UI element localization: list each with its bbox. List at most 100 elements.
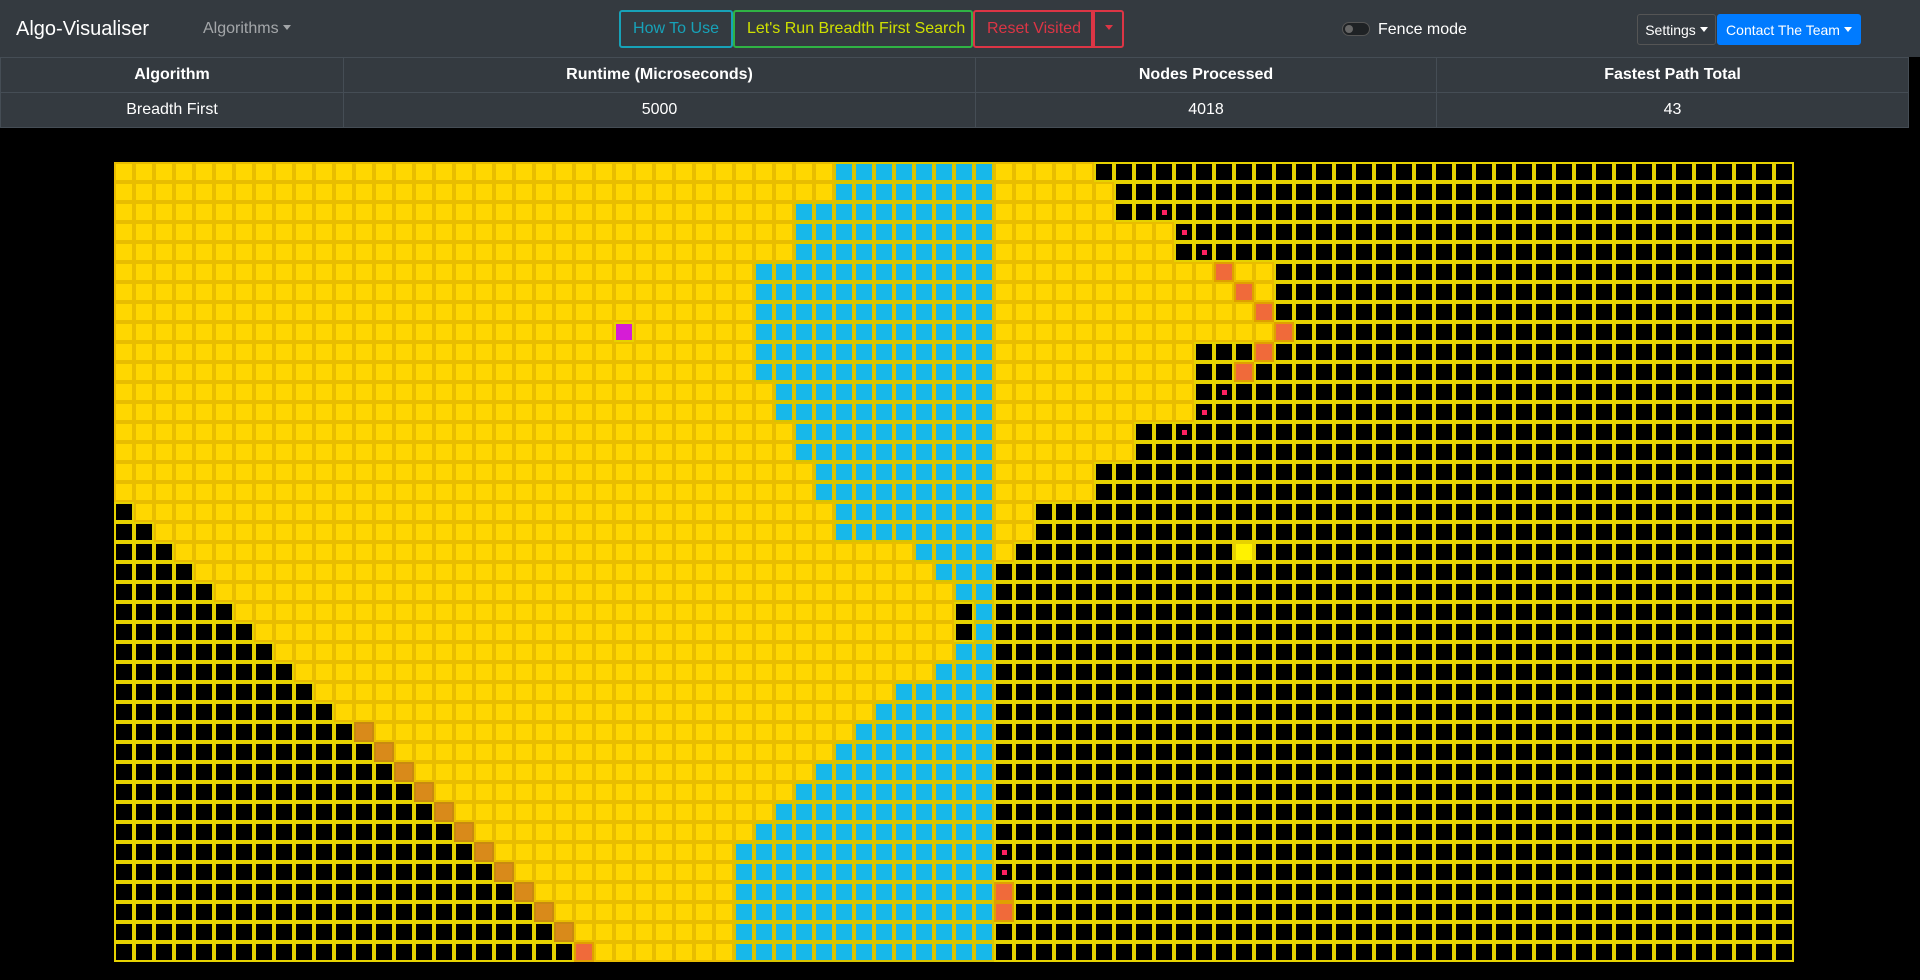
grid-cell[interactable] [194, 642, 214, 662]
grid-cell[interactable] [1494, 482, 1514, 502]
wall-cell[interactable] [754, 322, 774, 342]
grid-cell[interactable] [434, 882, 454, 902]
grid-cell[interactable] [1594, 582, 1614, 602]
grid-cell[interactable] [134, 682, 154, 702]
grid-cell[interactable] [1274, 862, 1294, 882]
visited-cell[interactable] [494, 702, 514, 722]
grid-cell[interactable] [1274, 722, 1294, 742]
visited-cell[interactable] [474, 282, 494, 302]
grid-cell[interactable] [154, 622, 174, 642]
visited-cell[interactable] [814, 182, 834, 202]
visited-cell[interactable] [1154, 402, 1174, 422]
visited-cell[interactable] [254, 222, 274, 242]
visited-cell[interactable] [774, 762, 794, 782]
grid-cell[interactable] [1094, 682, 1114, 702]
grid-cell[interactable] [1694, 422, 1714, 442]
visited-cell[interactable] [254, 162, 274, 182]
grid-cell[interactable] [1414, 822, 1434, 842]
grid-cell[interactable] [1014, 762, 1034, 782]
grid-cell[interactable] [174, 722, 194, 742]
wall-cell[interactable] [974, 562, 994, 582]
grid-cell[interactable] [354, 922, 374, 942]
wall-cell[interactable] [914, 802, 934, 822]
grid-cell[interactable] [234, 802, 254, 822]
grid-cell[interactable] [254, 862, 274, 882]
visited-cell[interactable] [794, 462, 814, 482]
wall-cell[interactable] [934, 482, 954, 502]
grid-cell[interactable] [234, 842, 254, 862]
visited-cell[interactable] [374, 222, 394, 242]
grid-cell[interactable] [1694, 462, 1714, 482]
grid-cell[interactable] [294, 882, 314, 902]
grid-cell[interactable] [1054, 782, 1074, 802]
wall-cell[interactable] [834, 902, 854, 922]
visited-cell[interactable] [1114, 382, 1134, 402]
grid-cell[interactable] [134, 722, 154, 742]
visited-cell[interactable] [394, 622, 414, 642]
grid-cell[interactable] [1494, 762, 1514, 782]
grid-cell[interactable] [154, 642, 174, 662]
visited-cell[interactable] [134, 222, 154, 242]
grid-cell[interactable] [1214, 442, 1234, 462]
visited-cell[interactable] [1014, 462, 1034, 482]
visited-cell[interactable] [374, 702, 394, 722]
shortest-path-cell[interactable] [1254, 342, 1274, 362]
grid-cell[interactable] [1074, 882, 1094, 902]
visited-cell[interactable] [274, 182, 294, 202]
grid-cell[interactable] [1574, 162, 1594, 182]
grid-cell[interactable] [1354, 482, 1374, 502]
grid-cell[interactable] [334, 882, 354, 902]
visited-cell[interactable] [714, 242, 734, 262]
wall-cell[interactable] [934, 302, 954, 322]
wall-cell[interactable] [814, 422, 834, 442]
wall-cell[interactable] [914, 262, 934, 282]
grid-cell[interactable] [1494, 322, 1514, 342]
grid-cell[interactable] [1254, 482, 1274, 502]
visited-cell[interactable] [534, 182, 554, 202]
grid-cell[interactable] [1054, 902, 1074, 922]
visited-cell[interactable] [354, 202, 374, 222]
wall-cell[interactable] [954, 442, 974, 462]
grid-cell[interactable] [1534, 262, 1554, 282]
wall-cell[interactable] [914, 422, 934, 442]
shortest-path-cell[interactable] [534, 902, 554, 922]
visited-cell[interactable] [494, 622, 514, 642]
visited-cell[interactable] [174, 162, 194, 182]
grid-cell[interactable] [514, 922, 534, 942]
grid-cell[interactable] [1214, 762, 1234, 782]
visited-cell[interactable] [554, 422, 574, 442]
grid-cell[interactable] [1394, 442, 1414, 462]
visited-cell[interactable] [514, 542, 534, 562]
grid-cell[interactable] [1294, 222, 1314, 242]
visited-cell[interactable] [1094, 382, 1114, 402]
grid-cell[interactable] [1294, 662, 1314, 682]
grid-cell[interactable] [1654, 542, 1674, 562]
visited-cell[interactable] [774, 682, 794, 702]
grid-cell[interactable] [1534, 502, 1554, 522]
visited-cell[interactable] [774, 522, 794, 542]
visited-cell[interactable] [1074, 162, 1094, 182]
grid-cell[interactable] [174, 782, 194, 802]
visited-cell[interactable] [994, 362, 1014, 382]
grid-cell[interactable] [1374, 322, 1394, 342]
visited-cell[interactable] [414, 682, 434, 702]
visited-cell[interactable] [274, 422, 294, 442]
wall-cell[interactable] [774, 282, 794, 302]
visited-cell[interactable] [754, 802, 774, 822]
grid-cell[interactable] [1034, 762, 1054, 782]
wall-cell[interactable] [934, 162, 954, 182]
visited-cell[interactable] [794, 702, 814, 722]
grid-cell[interactable] [1154, 862, 1174, 882]
grid-cell[interactable] [1514, 162, 1534, 182]
visited-cell[interactable] [394, 322, 414, 342]
grid-cell[interactable] [294, 682, 314, 702]
visited-cell[interactable] [694, 942, 714, 962]
grid-cell[interactable] [1514, 662, 1534, 682]
grid-cell[interactable] [1374, 362, 1394, 382]
visited-cell[interactable] [514, 802, 534, 822]
visited-cell[interactable] [114, 162, 134, 182]
grid-cell[interactable] [134, 602, 154, 622]
grid-cell[interactable] [374, 842, 394, 862]
wall-cell[interactable] [894, 262, 914, 282]
visited-cell[interactable] [1014, 442, 1034, 462]
